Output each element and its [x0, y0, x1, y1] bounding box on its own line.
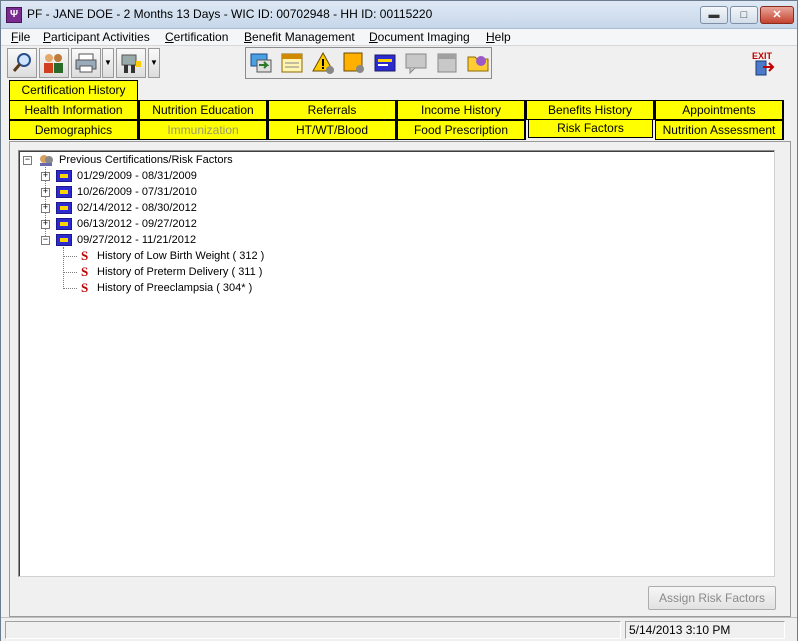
scale-dropdown-button[interactable]: ▼ — [148, 48, 160, 78]
app-window: Ψ PF - JANE DOE - 2 Months 13 Days - WIC… — [0, 0, 798, 641]
expand-cert-button[interactable]: + — [41, 172, 50, 181]
certification-icon — [56, 186, 72, 198]
alert-icon[interactable] — [308, 48, 338, 78]
certifications-root-icon — [38, 153, 54, 167]
app-logo-icon: Ψ — [6, 7, 22, 23]
menu-help[interactable]: Help — [485, 29, 512, 46]
expand-cert-button[interactable]: + — [41, 220, 50, 229]
tab-nutrition-education[interactable]: Nutrition Education — [139, 100, 268, 120]
printer-icon[interactable] — [71, 48, 101, 78]
family-icon[interactable] — [39, 48, 69, 78]
menu-benefit-management[interactable]: Benefit Management — [243, 29, 356, 46]
tab-nutrition-assessment[interactable]: Nutrition Assessment — [655, 120, 784, 140]
menu-file[interactable]: File — [10, 29, 31, 46]
exit-icon[interactable]: EXIT — [746, 48, 778, 78]
search-icon[interactable] — [7, 48, 37, 78]
scale-icon[interactable] — [116, 48, 146, 78]
certificate-icon[interactable] — [370, 48, 400, 78]
menu-participant-activities[interactable]: Participant Activities — [42, 29, 151, 46]
tab-ht-wt-blood[interactable]: HT/WT/Blood — [268, 120, 397, 140]
tab-demographics[interactable]: Demographics — [9, 120, 139, 140]
tree-connector — [63, 272, 77, 273]
risk-factors-tree[interactable]: − Previous Certifications/Risk Factors +… — [18, 150, 775, 577]
printer-dropdown-button[interactable]: ▼ — [102, 48, 114, 78]
certification-period[interactable]: 01/29/2009 - 08/31/2009 — [77, 168, 197, 184]
certification-period[interactable]: 02/14/2012 - 08/30/2012 — [77, 200, 197, 216]
risk-factor-item[interactable]: History of Low Birth Weight ( 312 ) — [97, 248, 264, 264]
tab-appointments[interactable]: Appointments — [655, 100, 784, 120]
tab-immunization: Immunization — [139, 120, 268, 140]
menu-bar: File Participant Activities Certificatio… — [1, 29, 797, 46]
tab-health-information[interactable]: Health Information — [9, 100, 139, 120]
tree-connector — [63, 247, 64, 289]
tree-root-label[interactable]: Previous Certifications/Risk Factors — [59, 152, 233, 168]
certification-period[interactable]: 09/27/2012 - 11/21/2012 — [77, 232, 196, 248]
certification-icon — [56, 234, 72, 246]
menu-document-imaging[interactable]: Document Imaging — [368, 29, 471, 46]
status-message-cell — [5, 621, 621, 639]
document-icon[interactable] — [432, 48, 462, 78]
certification-period[interactable]: 10/26/2009 - 07/31/2010 — [77, 184, 197, 200]
tab-food-prescription[interactable]: Food Prescription — [397, 120, 526, 140]
tab-risk-factors[interactable]: Risk Factors — [528, 119, 653, 138]
assign-risk-factors-button[interactable]: Assign Risk Factors — [648, 586, 776, 610]
toolbar: ▼ ▼ EXIT — [1, 46, 797, 82]
risk-factor-icon: S — [81, 280, 89, 295]
tab-income-history[interactable]: Income History — [397, 100, 526, 120]
tree-connector — [63, 256, 77, 257]
certification-icon — [56, 170, 72, 182]
expand-cert-button[interactable]: + — [41, 188, 50, 197]
certification-icon — [56, 218, 72, 230]
certification-icon — [56, 202, 72, 214]
risk-factor-item[interactable]: History of Preterm Delivery ( 311 ) — [97, 264, 262, 280]
tree-connector — [63, 288, 77, 289]
exit-label: EXIT — [752, 51, 773, 61]
risk-factor-icon: S — [81, 248, 89, 263]
collapse-root-button[interactable]: − — [23, 156, 32, 165]
tab-certification-history[interactable]: Certification History — [9, 80, 138, 100]
calendar-icon[interactable] — [277, 48, 307, 78]
expand-cert-button[interactable]: + — [41, 204, 50, 213]
transfer-icon[interactable] — [246, 48, 276, 78]
tab-benefits-history[interactable]: Benefits History — [526, 100, 655, 120]
risk-factor-item[interactable]: History of Preeclampsia ( 304* ) — [97, 280, 252, 296]
maximize-button[interactable]: □ — [730, 6, 758, 24]
window-title: PF - JANE DOE - 2 Months 13 Days - WIC I… — [27, 7, 433, 21]
message-icon[interactable] — [401, 48, 431, 78]
menu-certification[interactable]: Certification — [164, 29, 229, 46]
status-bar: 5/14/2013 3:10 PM — [1, 617, 797, 641]
title-bar[interactable]: Ψ PF - JANE DOE - 2 Months 13 Days - WIC… — [1, 1, 797, 29]
collapse-cert-button[interactable]: − — [41, 236, 50, 245]
folder-icon[interactable] — [463, 48, 493, 78]
close-button[interactable]: ✕ — [760, 6, 794, 24]
risk-factor-icon: S — [81, 264, 89, 279]
note-icon[interactable] — [339, 48, 369, 78]
minimize-button[interactable]: ▬ — [700, 6, 728, 24]
tab-referrals[interactable]: Referrals — [268, 100, 397, 120]
certification-period[interactable]: 06/13/2012 - 09/27/2012 — [77, 216, 197, 232]
status-datetime: 5/14/2013 3:10 PM — [625, 621, 785, 639]
